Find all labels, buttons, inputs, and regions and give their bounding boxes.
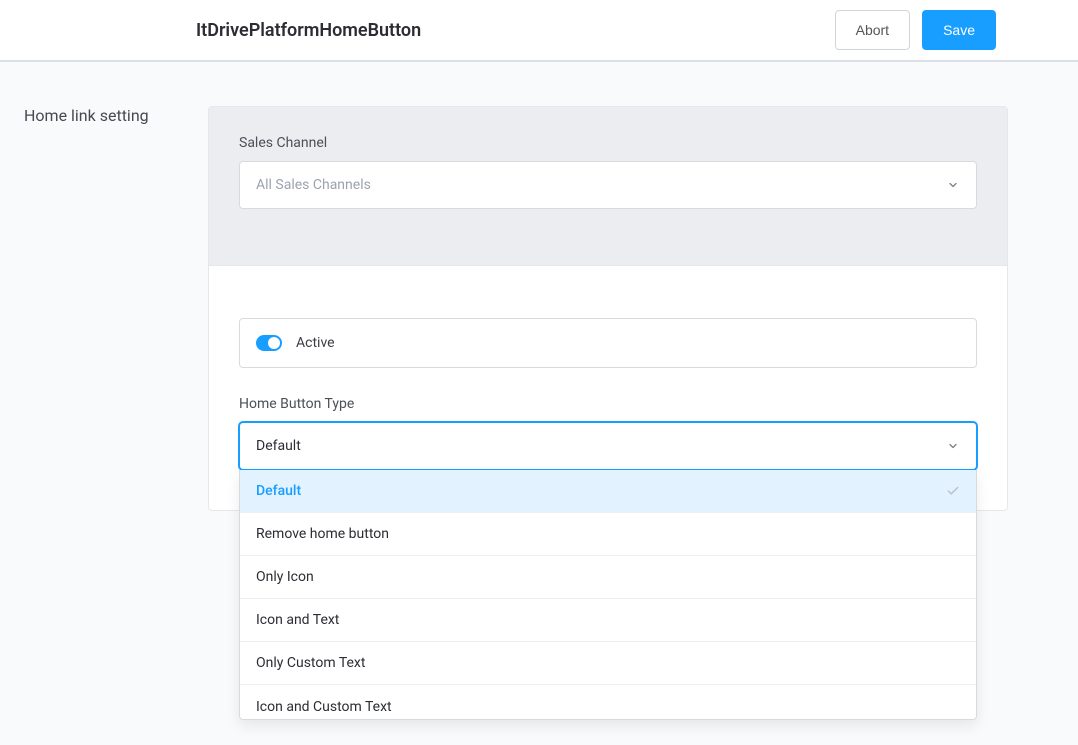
active-toggle-label: Active [296, 335, 335, 351]
sidebar-section-title: Home link setting [24, 106, 184, 125]
page-header: ItDrivePlatformHomeButton Abort Save [0, 0, 1078, 62]
dropdown-option[interactable]: Icon and Text [240, 599, 976, 642]
sales-channel-select[interactable]: All Sales Channels [239, 161, 977, 209]
chevron-down-icon [946, 439, 960, 453]
dropdown-option[interactable]: Remove home button [240, 513, 976, 556]
page-title: ItDrivePlatformHomeButton [196, 20, 835, 41]
save-button[interactable]: Save [922, 10, 996, 50]
button-type-dropdown: Default Remove home button Only Icon Icon a… [239, 470, 977, 720]
button-type-select[interactable]: Default [239, 422, 977, 470]
sidebar: Home link setting [24, 106, 184, 511]
sales-channel-placeholder: All Sales Channels [256, 177, 371, 193]
dropdown-option[interactable]: Default [240, 470, 976, 513]
dropdown-option[interactable]: Only Custom Text [240, 642, 976, 685]
dropdown-option-label: Remove home button [256, 526, 389, 542]
chevron-down-icon [946, 178, 960, 192]
active-toggle[interactable] [256, 335, 282, 351]
dropdown-option[interactable]: Only Icon [240, 556, 976, 599]
dropdown-option[interactable]: Icon and Custom Text [240, 685, 976, 720]
active-toggle-row: Active [239, 318, 977, 368]
dropdown-option-label: Icon and Custom Text [256, 699, 392, 715]
button-type-label: Home Button Type [239, 396, 977, 412]
sales-channel-label: Sales Channel [239, 135, 977, 151]
check-icon [946, 484, 960, 498]
dropdown-option-label: Default [256, 483, 301, 499]
button-type-value: Default [256, 438, 301, 454]
dropdown-option-label: Icon and Text [256, 612, 339, 628]
abort-button[interactable]: Abort [835, 10, 910, 50]
dropdown-option-label: Only Icon [256, 569, 314, 585]
settings-card: Sales Channel All Sales Channels Active [208, 106, 1008, 511]
dropdown-option-label: Only Custom Text [256, 655, 365, 671]
